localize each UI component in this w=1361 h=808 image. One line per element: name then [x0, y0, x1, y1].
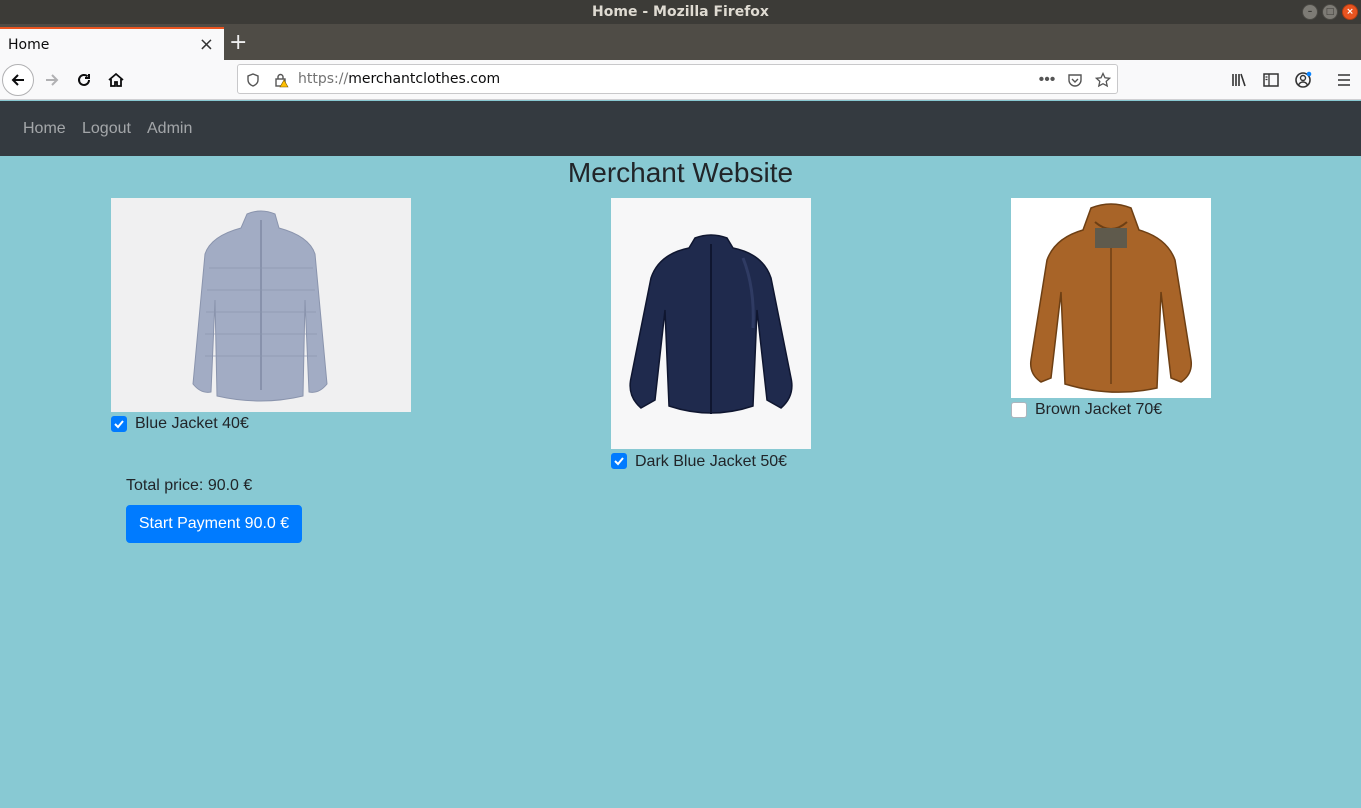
- reload-icon: [78, 73, 90, 86]
- close-icon[interactable]: ×: [1342, 4, 1358, 20]
- url-bar[interactable]: https://merchantclothes.com •••: [237, 64, 1118, 94]
- brown-jacket-image: [1011, 198, 1211, 398]
- shield-icon[interactable]: [244, 71, 262, 89]
- product-label-brown-jacket: Brown Jacket 70€: [1035, 401, 1163, 418]
- window-title-bar: Home - Mozilla Firefox – □ ×: [0, 0, 1361, 24]
- minimize-icon[interactable]: –: [1302, 4, 1318, 20]
- dark-blue-jacket-image: [611, 198, 811, 449]
- sidebar-button[interactable]: [1255, 64, 1287, 96]
- back-button[interactable]: [2, 64, 34, 96]
- pocket-icon[interactable]: [1066, 71, 1084, 89]
- back-arrow-icon: [11, 74, 24, 86]
- library-button[interactable]: [1223, 64, 1255, 96]
- forward-arrow-icon: [46, 74, 59, 86]
- product-label-blue-jacket: Blue Jacket 40€: [135, 415, 249, 432]
- tab-title: Home: [8, 37, 50, 53]
- browser-toolbar: https://merchantclothes.com •••: [0, 60, 1361, 100]
- nav-link-admin[interactable]: Admin: [147, 120, 192, 138]
- start-payment-button[interactable]: Start Payment 90.0 €: [126, 505, 302, 543]
- bookmark-star-icon[interactable]: [1094, 71, 1112, 89]
- blue-jacket-image: [111, 198, 411, 412]
- nav-link-home[interactable]: Home: [23, 120, 66, 138]
- window-title: Home - Mozilla Firefox: [592, 4, 769, 20]
- total-price: Total price: 90.0 €: [126, 477, 253, 494]
- library-icon: [1232, 73, 1246, 87]
- product-checkbox-dark-blue-jacket[interactable]: [611, 453, 627, 469]
- tab-strip: Home × +: [0, 24, 1361, 60]
- forward-button[interactable]: [36, 64, 68, 96]
- product-label-dark-blue-jacket: Dark Blue Jacket 50€: [635, 453, 788, 470]
- home-button[interactable]: [100, 64, 132, 96]
- account-icon: [1295, 71, 1312, 88]
- checkmark-icon: [614, 457, 624, 466]
- maximize-icon[interactable]: □: [1322, 4, 1338, 20]
- hamburger-menu-icon: [1338, 74, 1350, 86]
- product-checkbox-brown-jacket[interactable]: [1011, 402, 1027, 418]
- site-navbar: Home Logout Admin: [0, 101, 1361, 156]
- product-checkbox-blue-jacket[interactable]: [111, 416, 127, 432]
- checkmark-icon: [114, 420, 124, 429]
- page-title: Merchant Website: [567, 157, 794, 188]
- sidebar-icon: [1263, 73, 1279, 87]
- tab-home[interactable]: Home ×: [0, 27, 224, 60]
- reload-button[interactable]: [68, 64, 100, 96]
- account-button[interactable]: [1287, 64, 1319, 96]
- more-actions-icon[interactable]: •••: [1038, 71, 1056, 89]
- insecure-lock-icon[interactable]: [272, 71, 290, 89]
- new-tab-icon[interactable]: +: [229, 30, 247, 55]
- nav-link-logout[interactable]: Logout: [82, 120, 131, 138]
- menu-button[interactable]: [1328, 64, 1360, 96]
- home-icon: [108, 72, 124, 87]
- close-tab-icon[interactable]: ×: [199, 34, 214, 55]
- url-text[interactable]: https://merchantclothes.com: [298, 71, 500, 87]
